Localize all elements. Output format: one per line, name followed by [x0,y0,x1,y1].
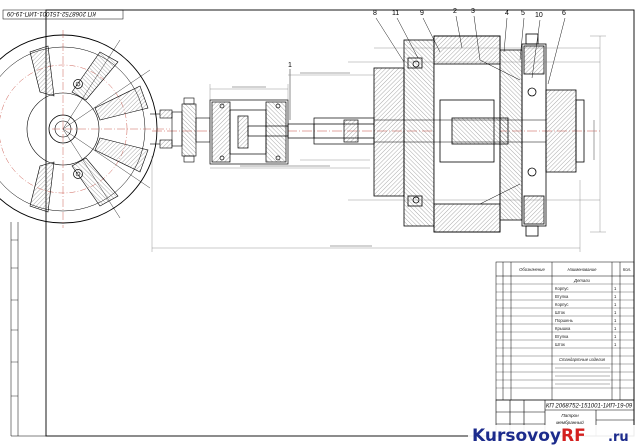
callout-5: 5 [521,10,525,17]
callout-1: 1 [288,62,292,69]
spec-row-name: Крышка [555,326,571,331]
title-code: КП 2068752-151001-1ИП-19-09 [546,404,633,410]
watermark: KursovoyRF .ru [468,425,636,445]
spec-row-qty: 1 [614,302,617,307]
spec-section-standard: Стандартные изделия [559,357,606,362]
spec-row-name: Поршень [555,318,574,323]
callout-3: 3 [471,8,475,15]
stamp-code: КП 2068752-151001-1ИП-19-09 [6,10,96,17]
spec-table [495,261,635,401]
title-word-2: мембранный [556,419,584,425]
spec-row-qty: 1 [614,294,617,299]
chuck-housing [373,33,585,237]
spec-row-qty: 1 [614,326,617,331]
callout-8: 8 [373,10,377,17]
spec-rows: Корпус 1 Втулка 1 Корпус 1 Шток 1 Поршен… [555,286,617,347]
spec-row-name: Шток [555,310,565,315]
pneumatic-cylinder [209,99,289,165]
callout-4: 4 [505,10,509,17]
callout-9: 9 [420,10,424,17]
watermark-brand: KursovoyRF [472,426,586,445]
watermark-domain: .ru [608,430,629,445]
spec-row-qty: 1 [614,286,617,291]
spec-section-details: Детали [573,278,590,283]
callout-10: 10 [535,12,543,19]
spec-row-qty: 1 [614,342,617,347]
spec-row-name: Шток [555,342,565,347]
callout-6: 6 [562,10,566,17]
assembly-drawing: КП 2068752-151001-1ИП-19-09 1 8 11 9 2 3… [0,8,636,445]
spec-row-qty: 1 [614,310,617,315]
callout-2: 2 [453,8,457,15]
left-strip-cells [11,239,18,397]
spec-row-qty: 1 [614,334,617,339]
spec-row-name: Втулка [555,294,569,299]
spec-row-name: Корпус [555,286,569,291]
drawing-sheet: КП 2068752-151001-1ИП-19-09 1 8 11 9 2 3… [0,0,640,445]
spec-standard-rows [555,367,610,385]
piston-rod [287,117,375,145]
spec-header-name: Наименование [568,267,598,272]
spec-header-designation: Обозначение [519,267,545,272]
callout-11: 11 [392,10,399,17]
spec-header-qty: Кол. [623,267,631,272]
spec-row-qty: 1 [614,318,617,323]
spec-row-name: Втулка [555,334,569,339]
air-fitting-assembly [150,97,211,163]
spec-row-name: Корпус [555,302,569,307]
title-word-1: Патрон [561,413,579,418]
